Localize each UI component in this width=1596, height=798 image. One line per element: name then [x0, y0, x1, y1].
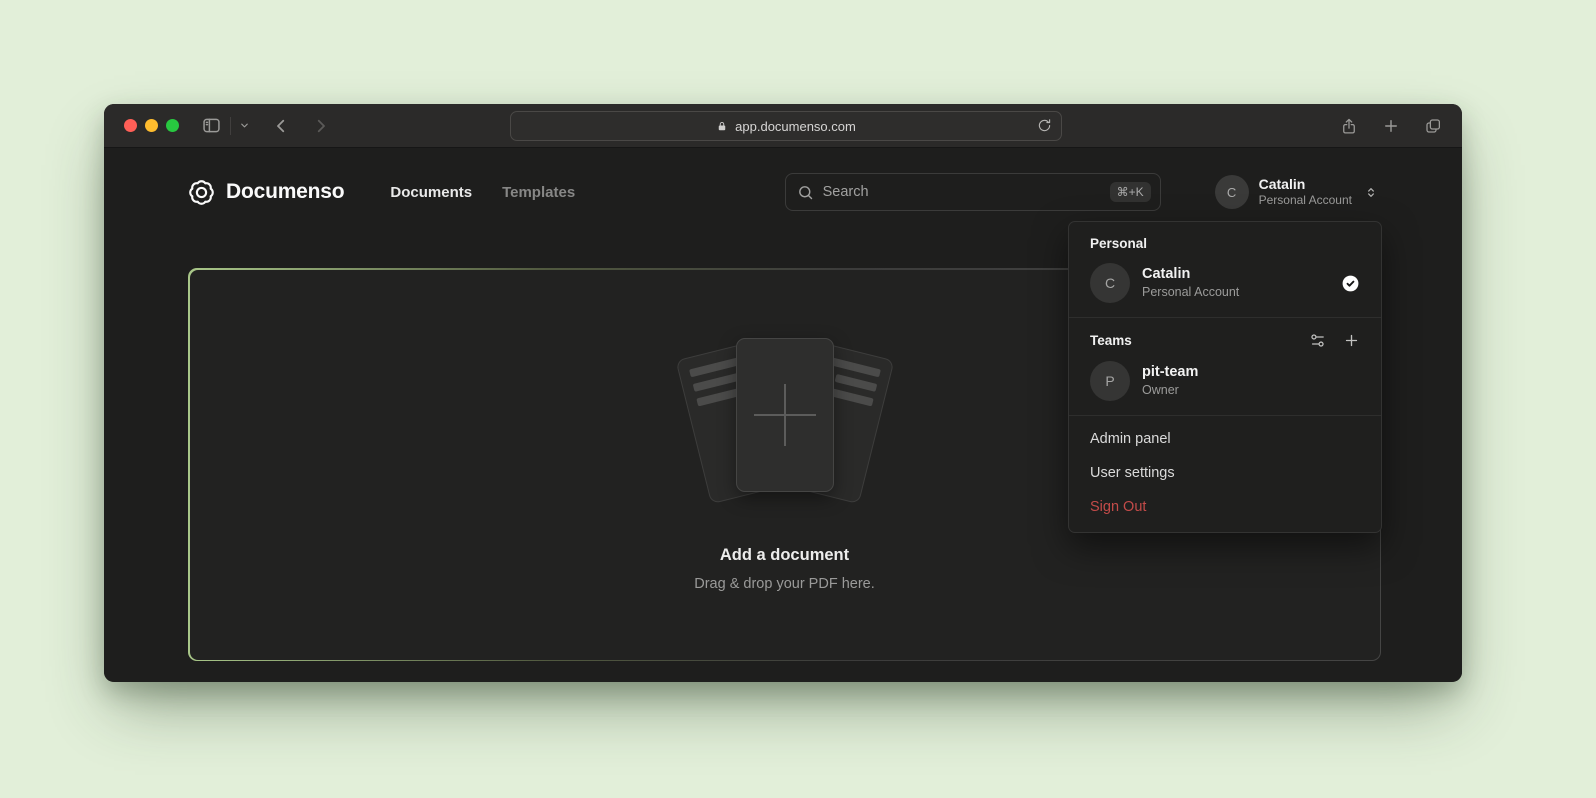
browser-window: app.documenso.com — [104, 104, 1462, 682]
account-menu-trigger[interactable]: C Catalin Personal Account — [1215, 175, 1378, 209]
zoom-window-button[interactable] — [166, 119, 179, 132]
forward-button[interactable] — [312, 117, 330, 135]
manage-teams-icon[interactable] — [1309, 332, 1326, 349]
search-input[interactable] — [823, 184, 1101, 200]
minimize-window-button[interactable] — [145, 119, 158, 132]
browser-titlebar: app.documenso.com — [104, 104, 1462, 148]
personal-section-label: Personal — [1083, 234, 1367, 261]
tab-overview-icon[interactable] — [1424, 117, 1442, 135]
address-text: app.documenso.com — [735, 119, 856, 134]
personal-subtitle: Personal Account — [1142, 284, 1239, 300]
team-row[interactable]: P pit-team Owner — [1083, 359, 1367, 405]
search-icon — [797, 184, 814, 201]
nav-item-templates[interactable]: Templates — [502, 184, 575, 201]
team-avatar: P — [1090, 361, 1130, 401]
account-subtitle: Personal Account — [1259, 193, 1352, 208]
sidebar-chevron-down-icon[interactable] — [239, 120, 250, 131]
search-shortcut-badge: ⌘+K — [1110, 182, 1151, 202]
main-nav: Documents Templates — [390, 184, 575, 201]
documenso-badge-icon — [188, 179, 215, 206]
create-team-icon[interactable] — [1343, 332, 1360, 349]
plus-icon — [737, 339, 833, 491]
dropzone-title: Add a document — [720, 546, 849, 565]
account-name: Catalin — [1259, 176, 1352, 194]
menu-item-sign-out[interactable]: Sign Out — [1069, 490, 1381, 524]
teams-section-label: Teams — [1090, 333, 1132, 348]
menu-item-user-settings[interactable]: User settings — [1069, 456, 1381, 490]
team-name: pit-team — [1142, 363, 1198, 382]
toolbar-separator — [230, 117, 231, 135]
personal-account-row[interactable]: C Catalin Personal Account — [1083, 261, 1367, 307]
account-dropdown-menu: Personal C Catalin Personal Account — [1068, 221, 1382, 533]
nav-item-documents[interactable]: Documents — [390, 184, 472, 201]
chevron-up-down-icon — [1364, 185, 1378, 200]
brand-name: Documenso — [226, 180, 344, 204]
close-window-button[interactable] — [124, 119, 137, 132]
address-bar[interactable]: app.documenso.com — [510, 111, 1062, 141]
share-icon[interactable] — [1340, 117, 1358, 136]
selected-check-icon — [1341, 274, 1360, 293]
document-card-front — [736, 338, 834, 492]
menu-item-admin-panel[interactable]: Admin panel — [1069, 422, 1381, 456]
sidebar-toggle-icon[interactable] — [201, 115, 222, 136]
traffic-lights — [124, 119, 179, 132]
search-bar[interactable]: ⌘+K — [785, 173, 1161, 211]
teams-section: Teams — [1069, 317, 1381, 415]
personal-name: Catalin — [1142, 265, 1239, 284]
new-tab-icon[interactable] — [1382, 117, 1400, 135]
document-cards-illustration — [678, 338, 892, 506]
brand-logo[interactable]: Documenso — [188, 179, 344, 206]
team-role: Owner — [1142, 382, 1198, 398]
menu-items-section: Admin panel User settings Sign Out — [1069, 415, 1381, 532]
dropzone-subtitle: Drag & drop your PDF here. — [694, 576, 875, 592]
back-button[interactable] — [272, 117, 290, 135]
reload-icon[interactable] — [1037, 118, 1052, 133]
lock-icon — [716, 120, 728, 133]
personal-section: Personal C Catalin Personal Account — [1069, 222, 1381, 317]
app-content: Documenso Documents Templates ⌘+K C Cata… — [104, 148, 1462, 681]
account-avatar: C — [1215, 175, 1249, 209]
personal-avatar: C — [1090, 263, 1130, 303]
